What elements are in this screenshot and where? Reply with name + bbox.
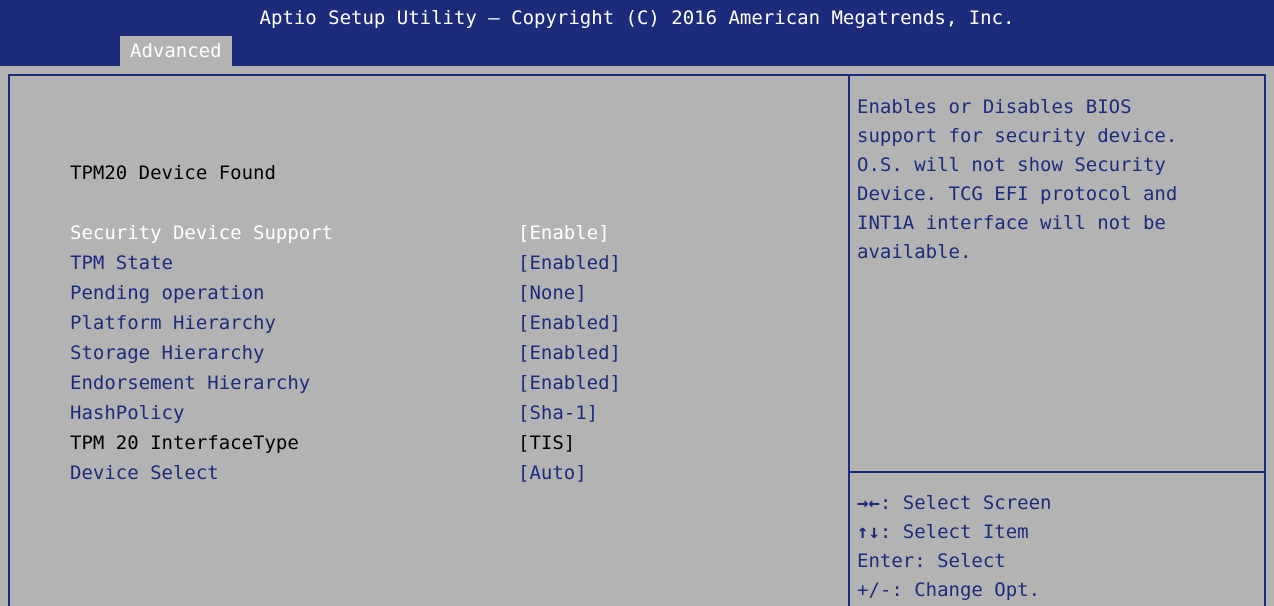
setting-security-device-support-label[interactable]: Security Device Support	[70, 221, 333, 245]
help-text-line: O.S. will not show Security	[857, 154, 1166, 176]
setting-tpm20-interface-type-label: TPM 20 InterfaceType	[70, 432, 299, 454]
key-legend-text: Enter: Select	[857, 550, 1006, 572]
setting-hashpolicy-label[interactable]: HashPolicy	[70, 401, 184, 425]
help-text-line: INT1A interface will not be	[857, 212, 1166, 234]
setting-hashpolicy-value[interactable]: [Sha-1]	[518, 401, 598, 425]
up-down-arrows-icon: ↑↓	[857, 521, 880, 543]
setting-storage-hierarchy-value[interactable]: [Enabled]	[518, 341, 621, 365]
setting-platform-hierarchy-value[interactable]: [Enabled]	[518, 311, 621, 335]
setting-endorsement-hierarchy-label[interactable]: Endorsement Hierarchy	[70, 371, 310, 395]
setting-pending-operation-value[interactable]: [None]	[518, 281, 587, 305]
key-legend-text: : Select Screen	[879, 492, 1052, 514]
setting-tpm-state-value[interactable]: [Enabled]	[518, 251, 621, 275]
help-text-line: support for security device.	[857, 125, 1178, 147]
frame-right-line	[1264, 74, 1266, 606]
key-legend-enter: Enter: Select	[857, 547, 1006, 576]
frame-top-line	[8, 74, 1266, 76]
help-text-line: available.	[857, 241, 972, 263]
setting-platform-hierarchy-label[interactable]: Platform Hierarchy	[70, 311, 276, 335]
frame-left-line	[8, 74, 10, 606]
key-legend-select-item: ↑↓: Select Item	[857, 518, 1029, 547]
setup-panel: TPM20 Device Found Security Device Suppo…	[0, 66, 1274, 606]
setting-device-select-value[interactable]: [Auto]	[518, 461, 587, 485]
help-text-line: Enables or Disables BIOS	[857, 96, 1132, 118]
key-legend-change-opt: +/-: Change Opt.	[857, 576, 1040, 605]
key-legend-text: : Select Item	[879, 521, 1029, 543]
setting-storage-hierarchy-label[interactable]: Storage Hierarchy	[70, 341, 264, 365]
key-legend-text: +/-: Change Opt.	[857, 579, 1041, 601]
help-key-separator-line	[850, 471, 1264, 473]
setting-endorsement-hierarchy-value[interactable]: [Enabled]	[518, 371, 621, 395]
header-bar: Aptio Setup Utility – Copyright (C) 2016…	[0, 0, 1274, 66]
frame-divider-line	[848, 74, 850, 606]
setting-pending-operation-label[interactable]: Pending operation	[70, 281, 264, 305]
left-right-arrows-icon: →←	[857, 492, 880, 514]
setting-tpm20-interface-type-value: [TIS]	[518, 432, 576, 454]
setting-security-device-support-value[interactable]: [Enable]	[518, 221, 610, 245]
tpm-device-found-text: TPM20 Device Found	[70, 162, 276, 184]
setting-tpm-state-label[interactable]: TPM State	[70, 251, 173, 275]
setting-device-select-label[interactable]: Device Select	[70, 461, 219, 485]
help-text-line: Device. TCG EFI protocol and	[857, 183, 1178, 205]
tab-advanced[interactable]: Advanced	[120, 36, 232, 66]
key-legend-select-screen: →←: Select Screen	[857, 489, 1051, 518]
app-title: Aptio Setup Utility – Copyright (C) 2016…	[259, 7, 1015, 29]
